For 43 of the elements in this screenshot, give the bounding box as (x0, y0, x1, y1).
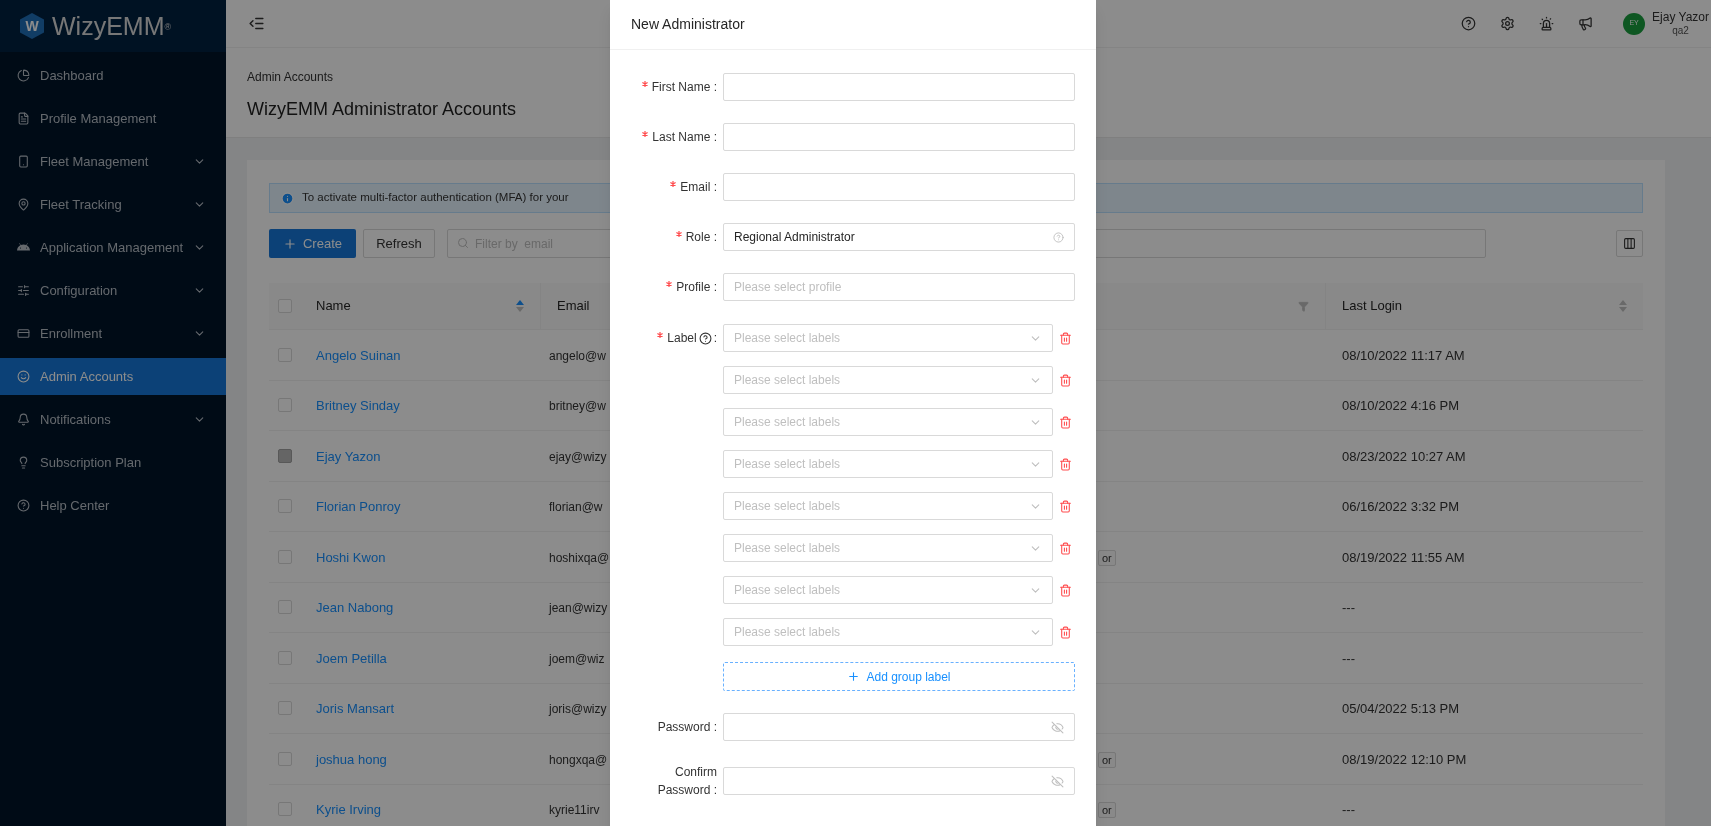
table-cell: --- (1342, 600, 1355, 616)
role-tag: or (1098, 751, 1116, 768)
dialog-title: New Administrator (631, 15, 745, 34)
field-label: Label (667, 330, 697, 347)
field-label: Last Name : (652, 129, 717, 146)
table-cell: joem@wiz (549, 651, 605, 666)
table-cell: joris@wizy (549, 702, 607, 717)
table-cell: florian@w (549, 500, 603, 515)
field-label: Email : (680, 179, 717, 196)
table-cell: 08/10/2022 4:16 PM (1342, 398, 1460, 414)
table-cell: 08/19/2022 11:55 AM (1342, 549, 1465, 565)
label-colon: : (713, 330, 717, 347)
breadcrumb: Admin Accounts (247, 69, 334, 86)
table-cell: 08/19/2022 12:10 PM (1342, 751, 1467, 767)
table-cell: 05/04/2022 5:13 PM (1342, 701, 1460, 717)
table-cell: --- (1342, 802, 1355, 818)
table-cell: angelo@w (549, 348, 606, 363)
role-tag: or (1098, 802, 1116, 819)
table-cell: hongxqa@ (549, 752, 608, 767)
logo-text: WizyEMM$^{®}$ (52, 13, 172, 39)
field-label: Confirm Password : (656, 764, 717, 799)
table-cell: jean@wizy (549, 601, 608, 616)
logo-mark: W (20, 13, 44, 39)
field-label: First Name : (651, 79, 717, 96)
info-banner-text: To activate multi-factor authentication (MFA) for your (302, 190, 569, 206)
field-label: Profile : (676, 279, 717, 296)
table-cell: britney@w (549, 399, 606, 414)
user-org: qa2 (1672, 24, 1689, 38)
table-cell: 06/16/2022 3:32 PM (1342, 499, 1460, 515)
user-name: Ejay Yazor (1652, 9, 1709, 25)
table-cell: --- (1342, 650, 1355, 666)
column-header: Email (557, 297, 590, 316)
role-tag: or (1098, 549, 1116, 566)
table-cell: hoshixqa@ (549, 550, 610, 565)
table-cell: 08/23/2022 10:27 AM (1342, 448, 1466, 464)
page-title: WizyEMM Administrator Accounts (247, 98, 517, 121)
field-label: Password : (657, 719, 717, 736)
column-header: Last Login (1342, 297, 1402, 316)
column-header: Name (316, 297, 351, 316)
table-cell: kyrie11irv (549, 803, 600, 818)
table-cell: ejay@wizy (549, 449, 607, 464)
table-cell: 08/10/2022 11:17 AM (1342, 347, 1465, 363)
field-label: Role : (685, 229, 717, 246)
